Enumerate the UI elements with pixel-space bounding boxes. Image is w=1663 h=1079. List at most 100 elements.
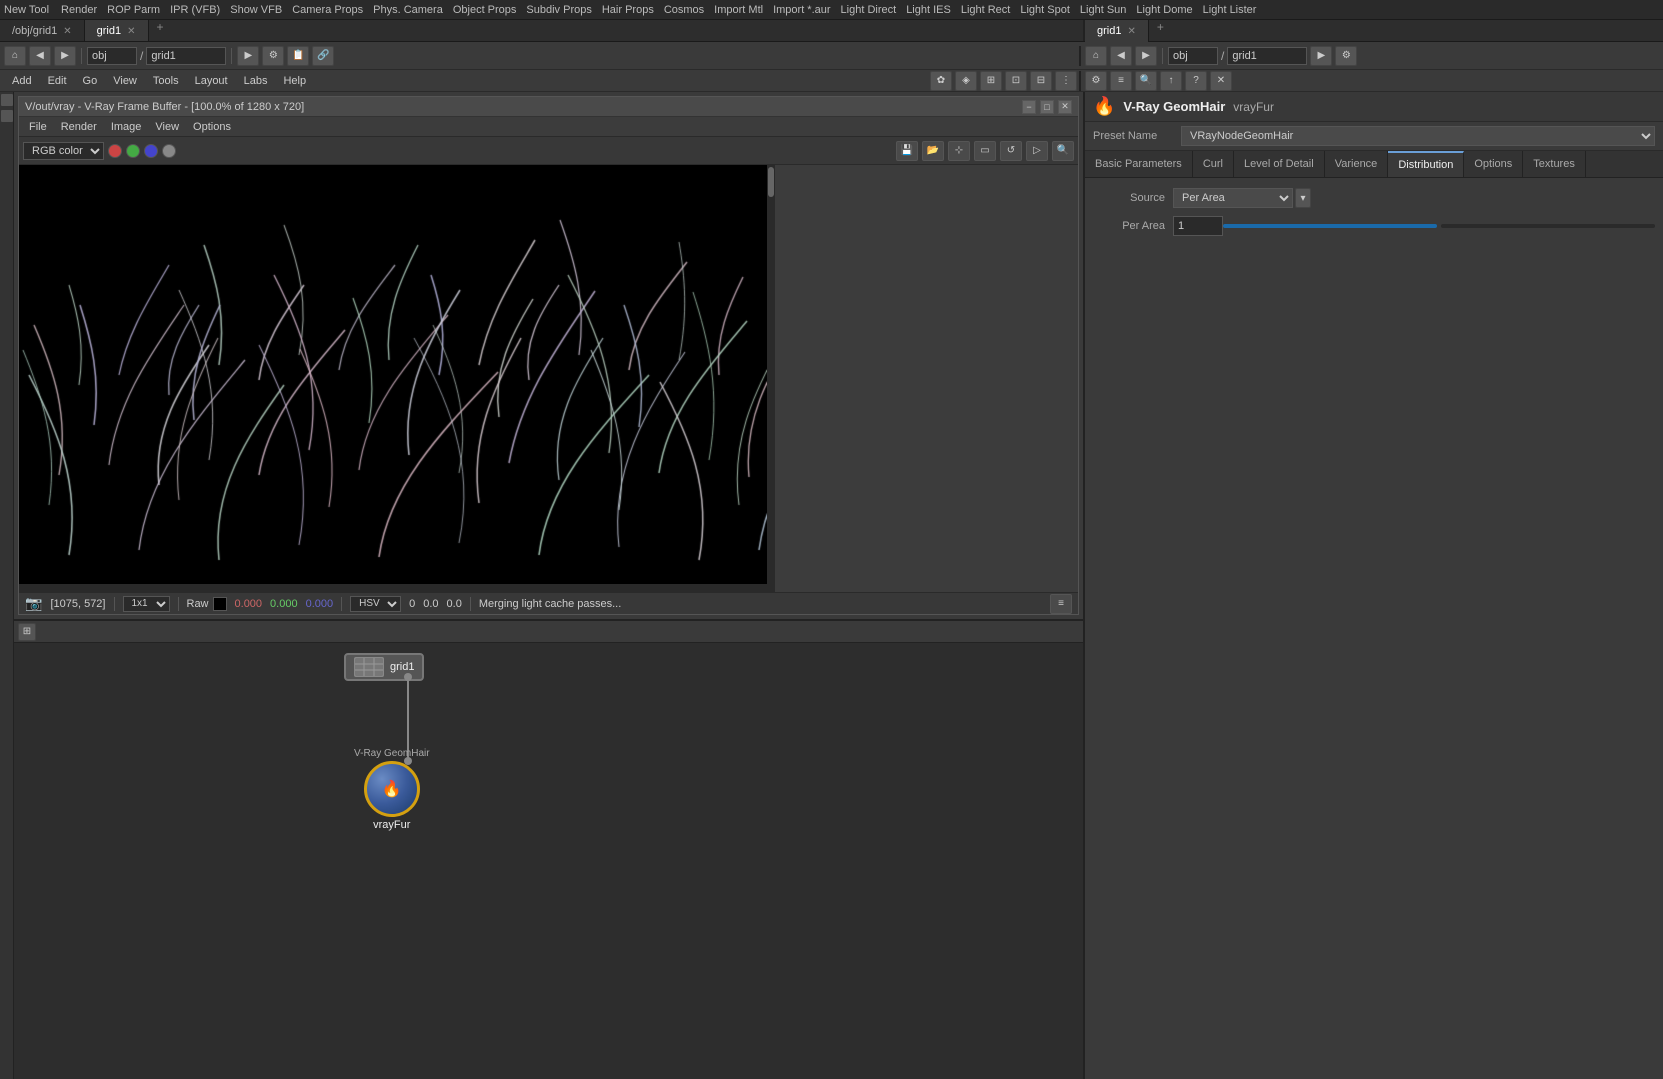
tab-distribution[interactable]: Distribution <box>1388 151 1464 177</box>
grid-node-box[interactable]: grid1 <box>344 653 424 681</box>
vfb-list-btn[interactable]: ≡ <box>1050 594 1072 614</box>
toolbar-forward-btn[interactable]: ▶ <box>54 46 76 66</box>
vfb-maximize-btn[interactable]: □ <box>1040 100 1054 114</box>
vfb-color-mode-select[interactable]: RGB color <box>23 142 104 160</box>
vfb-cursor-btn[interactable]: ⊹ <box>948 141 970 161</box>
menu-light-dome[interactable]: Light Dome <box>1136 4 1192 16</box>
node-editor-icon[interactable]: ⊞ <box>18 623 36 641</box>
right-path-obj[interactable] <box>1168 47 1218 65</box>
menu-render[interactable]: Render <box>61 4 97 16</box>
per-area-slider-track[interactable] <box>1223 224 1437 228</box>
tab-curl[interactable]: Curl <box>1193 151 1234 177</box>
menu-light-lister[interactable]: Light Lister <box>1203 4 1257 16</box>
appbar-icon-3[interactable]: ⊞ <box>980 71 1002 91</box>
right-appbar-icon-gear[interactable]: ⚙ <box>1085 71 1107 91</box>
tab-basic-parameters[interactable]: Basic Parameters <box>1085 151 1193 177</box>
tab-level-of-detail[interactable]: Level of Detail <box>1234 151 1325 177</box>
toolbar-btn-4[interactable]: 🔗 <box>312 46 334 66</box>
right-appbar-icon-pin[interactable]: ↑ <box>1160 71 1182 91</box>
menu-cosmos[interactable]: Cosmos <box>664 4 704 16</box>
vfb-folder-btn[interactable]: 📂 <box>922 141 944 161</box>
vray-node-circle[interactable]: 🔥 <box>364 761 420 817</box>
right-appbar-icon-q[interactable]: ? <box>1185 71 1207 91</box>
appbar-icon-1[interactable]: ✿ <box>930 71 952 91</box>
vfb-refresh-btn[interactable]: ↺ <box>1000 141 1022 161</box>
menu-ipr-vfb[interactable]: IPR (VFB) <box>170 4 220 16</box>
tab-textures[interactable]: Textures <box>1523 151 1586 177</box>
vfb-colorspace-select[interactable]: HSV <box>350 596 401 612</box>
vfb-scrollbar[interactable] <box>767 165 775 592</box>
menu-show-vfb[interactable]: Show VFB <box>230 4 282 16</box>
vfb-circle-gray[interactable] <box>162 144 176 158</box>
right-toolbar-btn-extra2[interactable]: ⚙ <box>1335 46 1357 66</box>
menu-go[interactable]: Go <box>75 73 106 89</box>
vfb-close-btn[interactable]: ✕ <box>1058 100 1072 114</box>
toolbar-btn-1[interactable]: ▶ <box>237 46 259 66</box>
menu-camera-props[interactable]: Camera Props <box>292 4 363 16</box>
vfb-circle-red[interactable] <box>108 144 122 158</box>
right-appbar-icon-list[interactable]: ≡ <box>1110 71 1132 91</box>
right-appbar-icon-search[interactable]: 🔍 <box>1135 71 1157 91</box>
appbar-icon-6[interactable]: ⋮ <box>1055 71 1077 91</box>
vfb-menu-view[interactable]: View <box>149 121 185 133</box>
vfb-circle-blue[interactable] <box>144 144 158 158</box>
menu-import-aur[interactable]: Import *.aur <box>773 4 830 16</box>
menu-object-props[interactable]: Object Props <box>453 4 517 16</box>
menu-phys-camera[interactable]: Phys. Camera <box>373 4 443 16</box>
right-toolbar-home-btn[interactable]: ⌂ <box>1085 46 1107 66</box>
menu-hair-props[interactable]: Hair Props <box>602 4 654 16</box>
grid-node[interactable]: grid1 <box>344 653 424 681</box>
right-toolbar-btn-extra[interactable]: ▶ <box>1310 46 1332 66</box>
menu-light-rect[interactable]: Light Rect <box>961 4 1011 16</box>
vfb-minimize-btn[interactable]: − <box>1022 100 1036 114</box>
tab-grid1-right-close[interactable]: ✕ <box>1127 26 1135 37</box>
tab-add-button[interactable]: + <box>149 20 172 41</box>
right-toolbar-forward-btn[interactable]: ▶ <box>1135 46 1157 66</box>
vfb-save-btn[interactable]: 💾 <box>896 141 918 161</box>
vfb-menu-render[interactable]: Render <box>55 121 103 133</box>
menu-tools[interactable]: Tools <box>145 73 187 89</box>
tab-grid1-right[interactable]: grid1 ✕ <box>1085 20 1149 42</box>
vfb-render-btn[interactable]: ▷ <box>1026 141 1048 161</box>
vfb-menu-options[interactable]: Options <box>187 121 237 133</box>
preset-name-select[interactable]: VRayNodeGeomHair <box>1181 126 1655 146</box>
tab-grid1-close[interactable]: ✕ <box>127 26 135 37</box>
vfb-menu-image[interactable]: Image <box>105 121 148 133</box>
vray-geomhair-node[interactable]: V-Ray GeomHair 🔥 vrayFur <box>354 748 430 831</box>
vfb-scroll-thumb[interactable] <box>768 167 774 197</box>
toolbar-home-btn[interactable]: ⌂ <box>4 46 26 66</box>
menu-labs[interactable]: Labs <box>236 73 276 89</box>
menu-help[interactable]: Help <box>275 73 314 89</box>
appbar-icon-5[interactable]: ⊟ <box>1030 71 1052 91</box>
menu-light-ies[interactable]: Light IES <box>906 4 951 16</box>
strip-btn-1[interactable] <box>1 94 13 106</box>
tab-options[interactable]: Options <box>1464 151 1523 177</box>
vfb-scale-select[interactable]: 1x1 <box>123 596 170 612</box>
path-input-left[interactable] <box>87 47 137 65</box>
right-path-grid1[interactable] <box>1227 47 1307 65</box>
source-select[interactable]: Per Area <box>1173 188 1293 208</box>
source-dropdown-arrow[interactable]: ▾ <box>1295 188 1311 208</box>
menu-add[interactable]: Add <box>4 73 40 89</box>
right-toolbar-back-btn[interactable]: ◀ <box>1110 46 1132 66</box>
vfb-menu-file[interactable]: File <box>23 121 53 133</box>
tab-grid1[interactable]: grid1 ✕ <box>85 20 149 41</box>
toolbar-btn-2[interactable]: ⚙ <box>262 46 284 66</box>
tab-grid1-obj-close[interactable]: ✕ <box>63 26 71 37</box>
menu-import-mtl[interactable]: Import Mtl <box>714 4 763 16</box>
vfb-rect-btn[interactable]: ▭ <box>974 141 996 161</box>
per-area-slider-bg[interactable] <box>1441 224 1655 228</box>
menu-rop-parm[interactable]: ROP Parm <box>107 4 160 16</box>
strip-btn-2[interactable] <box>1 110 13 122</box>
appbar-icon-2[interactable]: ◈ <box>955 71 977 91</box>
menu-subdiv-props[interactable]: Subdiv Props <box>526 4 591 16</box>
tab-varience[interactable]: Varience <box>1325 151 1389 177</box>
appbar-icon-4[interactable]: ⊡ <box>1005 71 1027 91</box>
vfb-circle-green[interactable] <box>126 144 140 158</box>
menu-light-sun[interactable]: Light Sun <box>1080 4 1126 16</box>
toolbar-btn-3[interactable]: 📋 <box>287 46 309 66</box>
toolbar-back-btn[interactable]: ◀ <box>29 46 51 66</box>
right-appbar-icon-x[interactable]: ✕ <box>1210 71 1232 91</box>
tab-add-right-button[interactable]: + <box>1149 20 1172 41</box>
path-input-right[interactable] <box>146 47 226 65</box>
